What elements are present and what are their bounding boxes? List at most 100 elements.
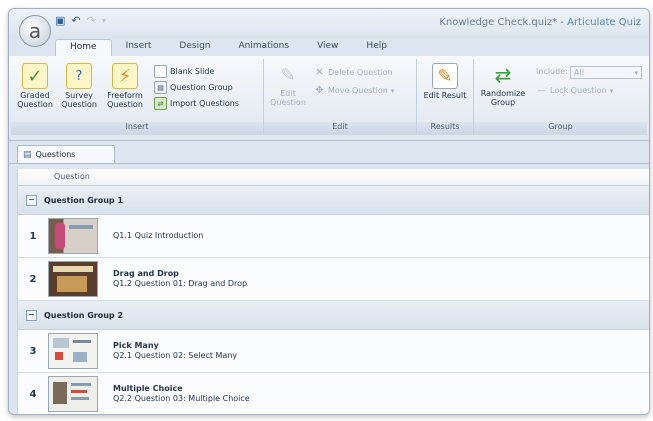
tab-questions[interactable]: ▤ Questions [17,145,115,163]
freeform-question-icon: ⚡ [112,63,138,89]
chevron-down-icon: ▾ [390,86,395,95]
chevron-down-icon: ▾ [609,86,614,95]
question-group-label: Question Group [170,83,233,92]
edit-question-button[interactable]: ✎ Edit Question [266,63,310,107]
ribbon-group-results-label: Results [417,122,473,135]
slide-thumbnail [48,218,98,254]
question-row[interactable]: 4 Multiple Choice Q2.2 Question 03: Mult… [18,373,649,414]
blank-slide-icon [154,65,167,78]
randomize-group-label: Randomize Group [480,89,526,107]
tab-help[interactable]: Help [352,39,401,56]
randomize-group-button[interactable]: ⇄ Randomize Group [480,62,526,108]
ribbon-group-edit-label: Edit [264,122,416,135]
tab-insert[interactable]: Insert [112,39,166,56]
question-group-button[interactable]: ▤ Question Group [154,81,233,94]
freeform-question-button[interactable]: ⚡ Freeform Question [103,63,147,109]
shuffle-icon: ⇄ [494,62,512,87]
freeform-question-label: Freeform Question [107,91,143,109]
include-label-text: Include: [536,67,568,76]
question-text: Drag and Drop Q1.2 Question 01: Drag and… [113,269,247,289]
import-questions-label: Import Questions [170,99,240,108]
ribbon-group-insert-label: Insert [11,122,263,135]
lock-question-label: Lock Question [550,86,607,95]
ribbon-tabs: Home Insert Design Animations View Help [55,39,401,57]
question-group-row[interactable]: − Question Group 1 [18,186,649,215]
document-title: Knowledge Check.quiz* - [439,17,564,28]
question-title: Multiple Choice [113,384,183,393]
edit-result-icon: ✎ [432,63,458,89]
delete-icon: ✕ [315,67,324,78]
edit-result-label: Edit Result [423,91,467,100]
tab-animations[interactable]: Animations [224,39,303,56]
question-subtitle: Q2.2 Question 03: Multiple Choice [113,394,250,403]
blank-slide-button[interactable]: Blank Slide [154,65,214,78]
question-subtitle: Q1.1 Quiz Introduction [113,231,204,240]
blank-slide-label: Blank Slide [170,67,215,76]
move-question-button[interactable]: ✥ Move Question ▾ [314,85,394,96]
collapse-icon[interactable]: − [26,194,37,206]
app-logo-icon: a [28,19,42,43]
question-text: Multiple Choice Q2.2 Question 03: Multip… [113,384,250,404]
question-row[interactable]: 2 Drag and Drop Q1.2 Question 01: Drag a… [18,258,649,301]
question-number: 4 [29,388,37,400]
question-group-row[interactable]: − Question Group 2 [18,301,649,330]
delete-question-button[interactable]: ✕ Delete Question [314,67,393,78]
application-menu-button[interactable]: a [19,15,51,47]
survey-question-label: Survey Question [61,91,97,109]
graded-question-icon: ✓ [22,63,48,89]
question-text: Q1.1 Quiz Introduction [113,231,203,241]
include-label: Include: [536,67,568,76]
collapse-icon[interactable]: − [26,309,37,321]
tab-design[interactable]: Design [165,39,224,56]
slide-thumbnail [48,376,98,412]
survey-question-button[interactable]: ? Survey Question [57,63,101,109]
move-question-label: Move Question [328,86,388,95]
graded-question-button[interactable]: ✓ Graded Question [13,63,57,109]
ribbon-group-results: ✎ Edit Result Results [417,59,474,135]
delete-question-label: Delete Question [328,68,393,77]
question-number: 1 [29,230,37,242]
question-number: 2 [29,273,37,285]
redo-icon[interactable]: ↷ [87,14,96,27]
edit-question-icon: ✎ [280,64,296,86]
chevron-down-icon: ▾ [634,69,638,77]
ribbon-group-edit: ✎ Edit Question ✕ Delete Question ✥ Move… [264,59,417,135]
question-row[interactable]: 1 Q1.1 Quiz Introduction [18,215,649,258]
ribbon-group-insert: ✓ Graded Question ? Survey Question ⚡ Fr… [11,59,264,135]
document-tabs: ▤ Questions [9,141,649,164]
tab-home[interactable]: Home [55,39,112,57]
include-select-value: All [574,68,584,77]
tab-questions-label: Questions [35,150,76,159]
question-subtitle: Q2.1 Question 02: Select Many [113,351,238,360]
question-group-icon: ▤ [154,81,167,94]
question-subtitle: Q1.2 Question 01: Drag and Drop [113,279,248,288]
app-window: ▣ ↶ ↷ ▾ Knowledge Check.quiz* - Articula… [8,8,650,415]
question-text: Pick Many Q2.1 Question 02: Select Many [113,341,237,361]
title-bar: ▣ ↶ ↷ ▾ Knowledge Check.quiz* - Articula… [9,9,649,39]
question-list: Question − Question Group 1 1 Q1.1 Quiz … [17,169,649,414]
undo-icon[interactable]: ↶ [71,14,80,27]
lock-question-button[interactable]: — Lock Question ▾ [536,85,614,96]
question-group-name: Question Group 2 [44,310,124,320]
app-title: Articulate Quiz [567,17,641,28]
survey-question-icon: ? [66,63,92,89]
save-icon[interactable]: ▣ [55,14,65,27]
quick-access-toolbar: ▣ ↶ ↷ ▾ [55,14,106,27]
ribbon: ✓ Graded Question ? Survey Question ⚡ Fr… [9,56,649,141]
qat-dropdown-icon[interactable]: ▾ [102,16,106,25]
ribbon-group-group: ⇄ Randomize Group Include: All ▾ — Lock … [474,59,647,135]
import-questions-icon: ⇄ [154,97,167,110]
slide-thumbnail [48,333,98,369]
question-row[interactable]: 3 Pick Many Q2.1 Question 02: Select Man… [18,330,649,373]
include-select[interactable]: All ▾ [570,66,642,79]
edit-question-label: Edit Question [270,89,306,107]
tab-view[interactable]: View [303,39,352,56]
window-title: Knowledge Check.quiz* - Articulate Quiz [439,17,641,28]
import-questions-button[interactable]: ⇄ Import Questions [154,97,239,110]
edit-result-button[interactable]: ✎ Edit Result [422,63,468,100]
questions-icon: ▤ [23,149,32,160]
slide-thumbnail [48,261,98,297]
lock-icon: — [537,86,546,95]
question-title: Pick Many [113,341,159,350]
question-column-header[interactable]: Question [18,169,649,186]
